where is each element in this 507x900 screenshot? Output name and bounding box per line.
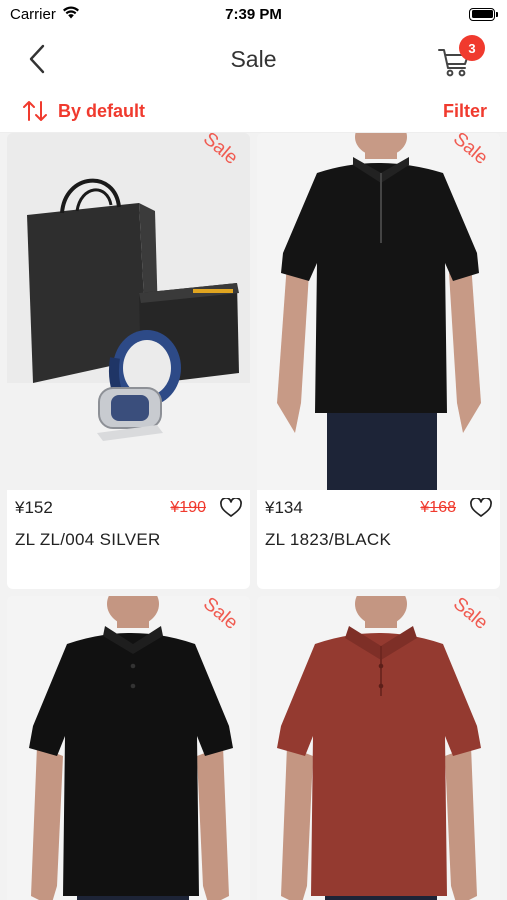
cart-badge: 3 [459, 35, 485, 61]
back-button[interactable] [22, 42, 52, 76]
chevron-left-icon [29, 44, 45, 74]
favorite-heart-icon[interactable] [220, 497, 242, 519]
product-image-red-polo [257, 596, 500, 900]
nav-bar: Sale 3 [0, 28, 507, 90]
product-name: ZL ZL/004 SILVER [15, 530, 161, 549]
sort-bar: By default Filter [0, 90, 507, 133]
product-price: ¥152 [15, 498, 53, 517]
page-title: Sale [230, 45, 277, 72]
product-card[interactable]: Sale ¥134 ¥168 ZL 1823/BLACK [257, 133, 500, 589]
product-image-gift-bag-and-belt [7, 133, 250, 490]
product-name: ZL 1823/BLACK [265, 530, 392, 549]
sort-arrows-icon [23, 101, 47, 121]
sort-button[interactable]: By default [22, 100, 145, 122]
status-bar: Carrier 7:39 PM [0, 0, 507, 28]
favorite-heart-icon[interactable] [470, 497, 492, 519]
product-image-black-zip-polo [257, 133, 500, 490]
carrier-label: Carrier [10, 5, 56, 23]
status-left: Carrier [10, 6, 80, 23]
product-old-price: ¥190 [170, 499, 206, 516]
wifi-icon [62, 6, 80, 23]
product-card[interactable]: Sale [257, 596, 500, 900]
product-old-price: ¥168 [420, 499, 456, 516]
battery-icon [469, 7, 498, 21]
cart-button[interactable]: 3 [437, 35, 485, 78]
filter-button[interactable]: Filter [443, 101, 487, 122]
product-card[interactable]: Sale [7, 596, 250, 900]
product-image-black-polo [7, 596, 250, 900]
sort-label: By default [58, 100, 146, 121]
price-row: ¥152 ¥190 [15, 497, 242, 519]
price-row: ¥134 ¥168 [265, 497, 492, 519]
product-price: ¥134 [265, 498, 303, 517]
product-card[interactable]: Sale ¥152 ¥190 ZL ZL/004 SILVER [7, 133, 250, 589]
